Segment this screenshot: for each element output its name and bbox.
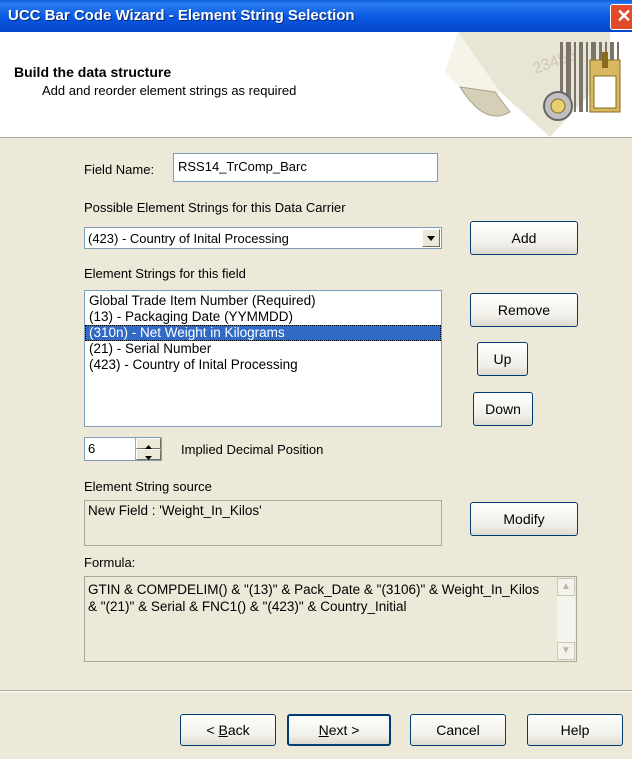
list-item[interactable]: (21) - Serial Number: [85, 341, 441, 357]
formula-text: GTIN & COMPDELIM() & "(13)" & Pack_Date …: [88, 582, 540, 614]
title-bar[interactable]: UCC Bar Code Wizard - Element String Sel…: [0, 0, 632, 32]
header-title: Build the data structure: [14, 64, 172, 80]
back-label-rest: ack: [227, 722, 250, 738]
wizard-header: Build the data structure Add and reorder…: [0, 32, 632, 138]
next-mnemonic: N: [318, 722, 329, 738]
list-item[interactable]: (310n) - Net Weight in Kilograms: [85, 325, 441, 341]
scroll-up-icon[interactable]: ▲: [557, 578, 575, 596]
decimal-position-label: Implied Decimal Position: [181, 442, 324, 457]
back-mnemonic: B: [218, 722, 228, 738]
back-button[interactable]: < Back: [180, 714, 276, 746]
possible-strings-value: (423) - Country of Inital Processing: [88, 231, 289, 246]
window-title: UCC Bar Code Wizard - Element String Sel…: [8, 7, 355, 24]
list-item[interactable]: (13) - Packaging Date (YYMMDD): [85, 309, 441, 325]
remove-button[interactable]: Remove: [470, 293, 578, 327]
possible-strings-dropdown[interactable]: (423) - Country of Inital Processing: [84, 227, 442, 249]
next-button[interactable]: Next >: [287, 714, 391, 746]
source-value: New Field : 'Weight_In_Kilos': [84, 500, 442, 546]
field-name-label: Field Name:: [84, 162, 155, 177]
barcode-wizard-logo-icon: 23456: [445, 32, 621, 137]
footer-separator: [0, 690, 632, 692]
spin-up-icon[interactable]: [136, 438, 161, 449]
modify-button[interactable]: Modify: [470, 502, 578, 536]
down-button[interactable]: Down: [473, 392, 533, 426]
back-prefix: <: [206, 722, 219, 738]
add-button[interactable]: Add: [470, 221, 578, 255]
list-item[interactable]: (423) - Country of Inital Processing: [85, 357, 441, 373]
close-button[interactable]: ✕: [610, 4, 632, 30]
decimal-position-spinner[interactable]: 6: [84, 437, 162, 461]
header-subtitle: Add and reorder element strings as requi…: [42, 83, 297, 98]
list-item[interactable]: Global Trade Item Number (Required): [85, 293, 441, 309]
formula-scrollbar[interactable]: ▲ ▼: [557, 578, 575, 660]
dropdown-arrow-icon[interactable]: [422, 229, 440, 247]
scroll-down-icon[interactable]: ▼: [557, 642, 575, 660]
wizard-window: UCC Bar Code Wizard - Element String Sel…: [0, 0, 632, 759]
source-label: Element String source: [84, 479, 212, 494]
field-name-input[interactable]: RSS14_TrComp_Barc: [173, 153, 438, 182]
formula-label: Formula:: [84, 555, 136, 570]
spin-down-icon[interactable]: [136, 449, 161, 460]
next-label-rest: ext >: [328, 722, 360, 738]
formula-textarea[interactable]: GTIN & COMPDELIM() & "(13)" & Pack_Date …: [84, 576, 577, 662]
cancel-button[interactable]: Cancel: [410, 714, 506, 746]
possible-strings-label: Possible Element Strings for this Data C…: [84, 200, 346, 215]
element-strings-list[interactable]: Global Trade Item Number (Required) (13) …: [84, 290, 442, 427]
up-button[interactable]: Up: [477, 342, 528, 376]
help-button[interactable]: Help: [527, 714, 623, 746]
decimal-position-value: 6: [88, 441, 96, 456]
element-strings-label: Element Strings for this field: [84, 266, 246, 281]
